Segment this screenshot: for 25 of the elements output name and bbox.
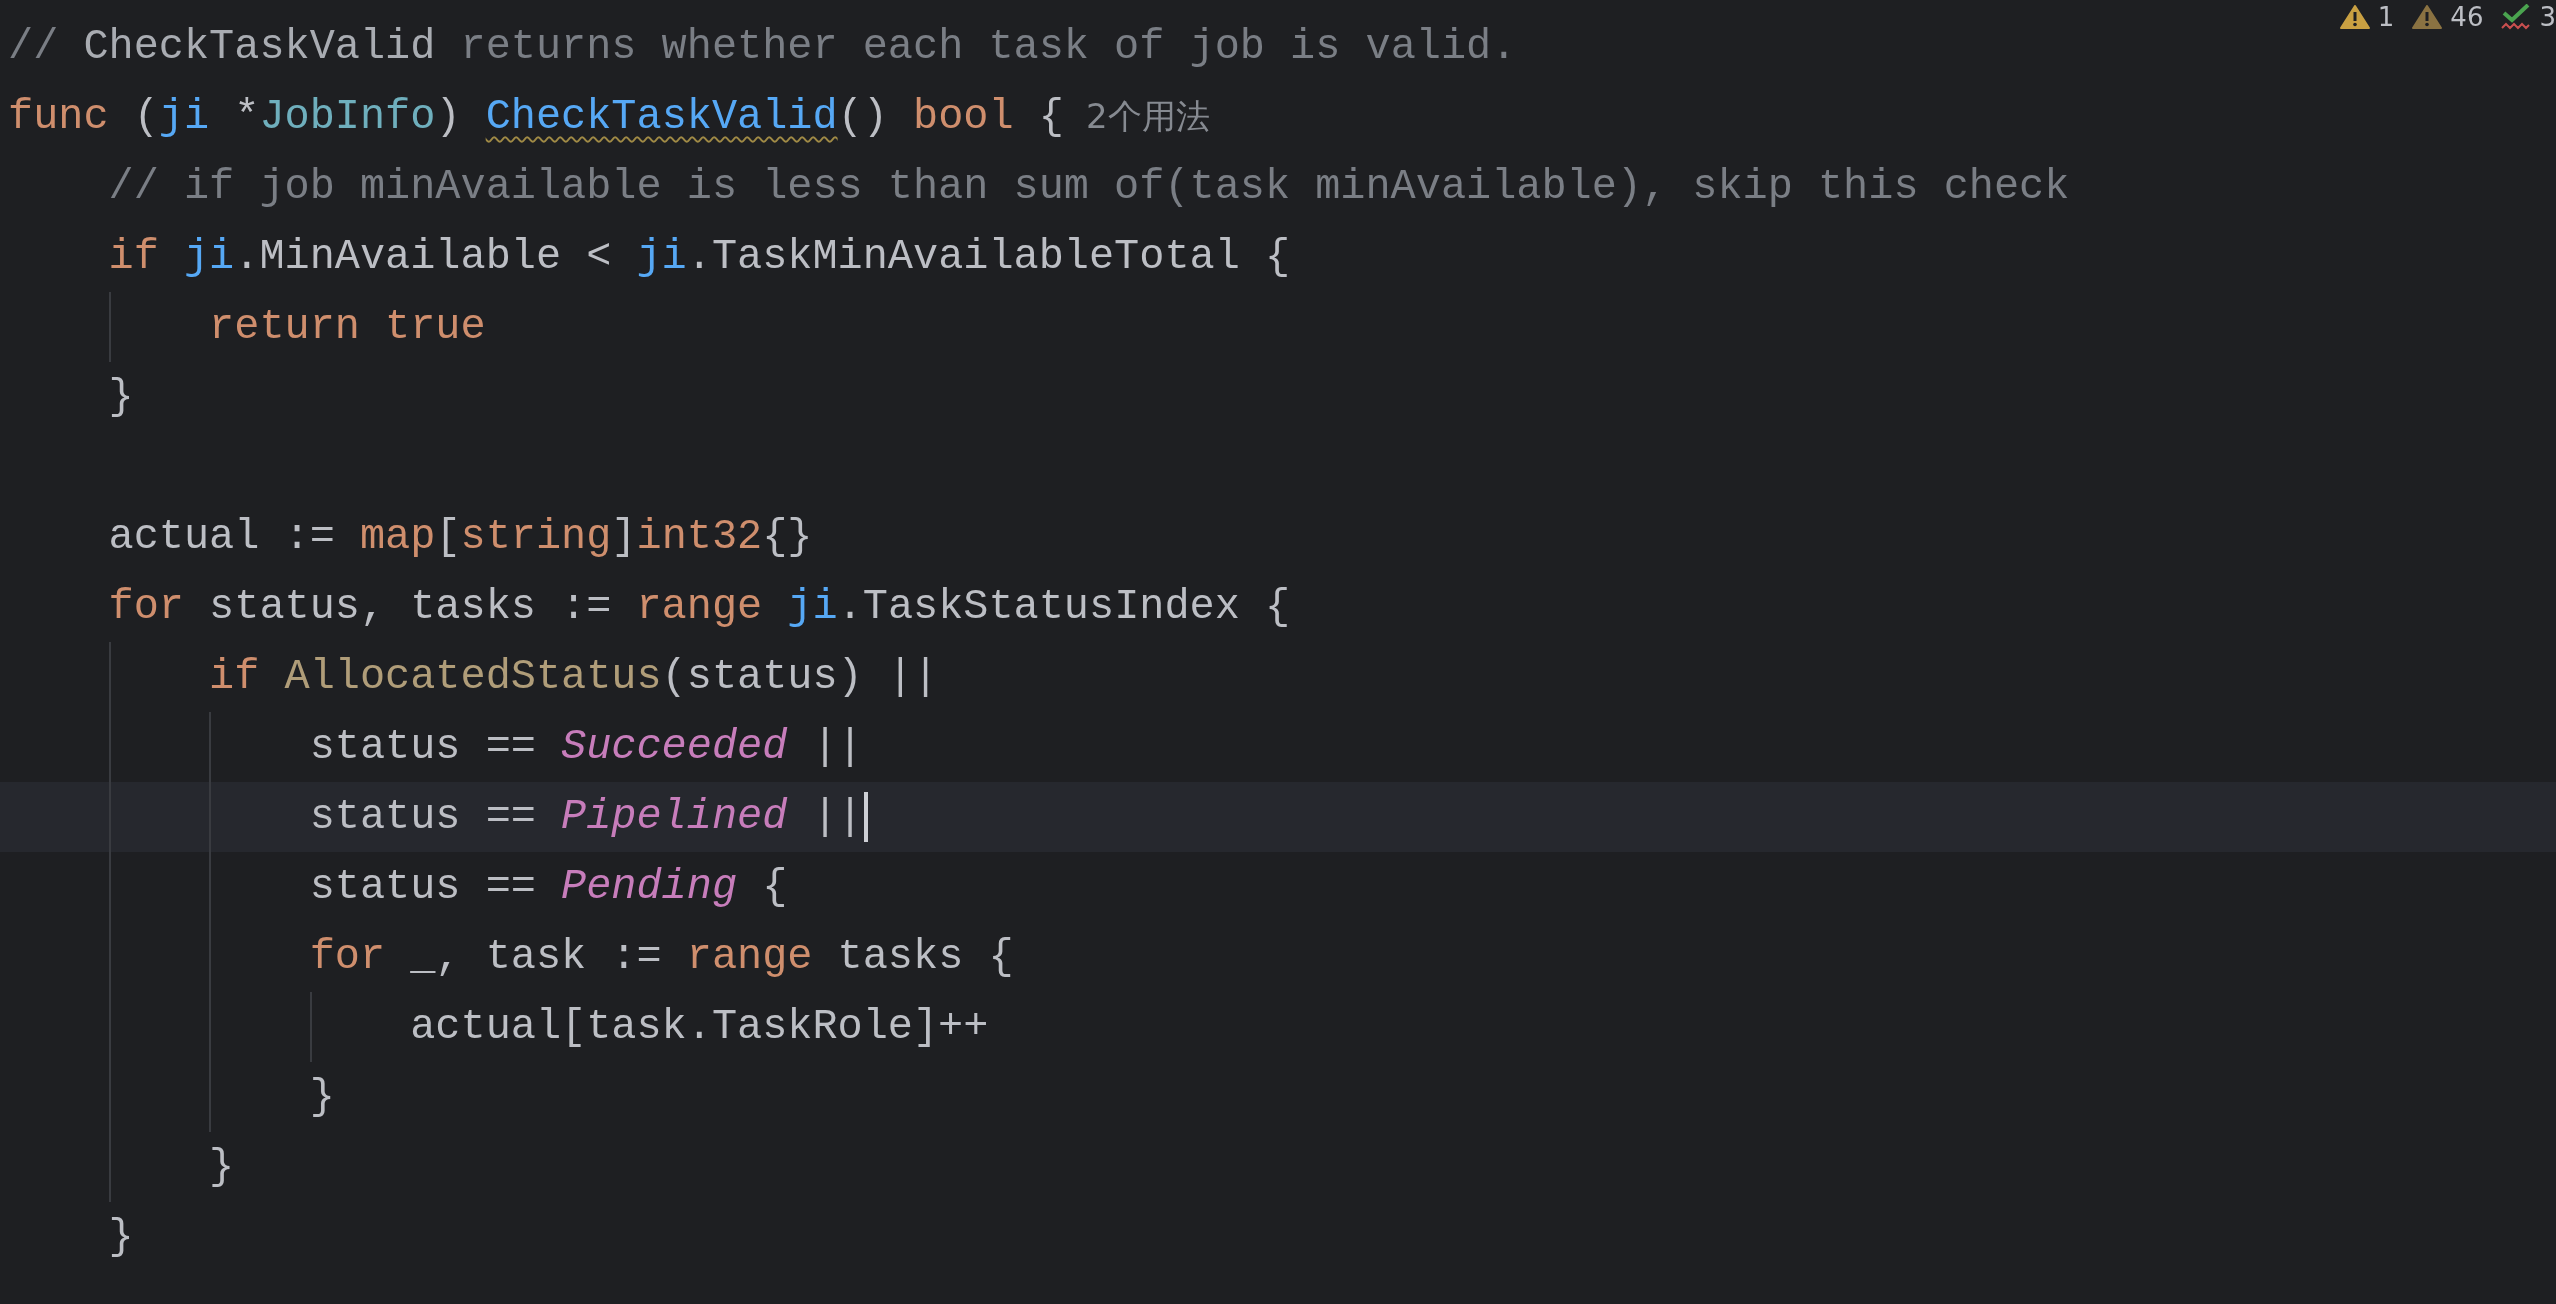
- warning-icon[interactable]: [2412, 5, 2443, 29]
- code-line: for status, tasks := range ji.TaskStatusIndex {: [107, 583, 1291, 631]
- code-line: // CheckTaskValid returns whether each task of job is valid.: [8, 23, 1517, 71]
- problem-count: 3: [2539, 2, 2556, 32]
- usages-hint[interactable]: 2个用法: [1085, 94, 1210, 140]
- code-line: if ji.MinAvailable < ji.TaskMinAvailableTotal {: [107, 233, 1291, 281]
- code-line: for _, task := range tasks {: [308, 933, 1014, 981]
- code-line: actual := map[string]int32{}: [107, 513, 813, 561]
- code-line: status == Succeeded ||: [308, 723, 863, 771]
- warning-icon[interactable]: [2339, 5, 2370, 29]
- text-cursor: [863, 792, 868, 842]
- code-line: if AllocatedStatus(status) ||: [208, 653, 939, 701]
- code-line: actual[task.TaskRole]++: [409, 1003, 989, 1051]
- code-line: }: [107, 1213, 134, 1261]
- code-line: }: [308, 1073, 335, 1121]
- problem-count: 1: [2377, 2, 2395, 32]
- code-line: status == Pipelined ||: [308, 793, 863, 841]
- code-line: // if job minAvailable is less than sum of(task minAvailable), skip this check: [107, 163, 2070, 211]
- check-icon[interactable]: [2501, 4, 2532, 30]
- code-line: }: [107, 373, 134, 421]
- code-line: }: [208, 1143, 235, 1191]
- code-line: return true: [208, 303, 486, 351]
- code-line: func (ji *JobInfo) CheckTaskValid() bool {: [8, 93, 1064, 141]
- problem-count: 46: [2450, 2, 2484, 32]
- code-line: status == Pending {: [308, 863, 788, 911]
